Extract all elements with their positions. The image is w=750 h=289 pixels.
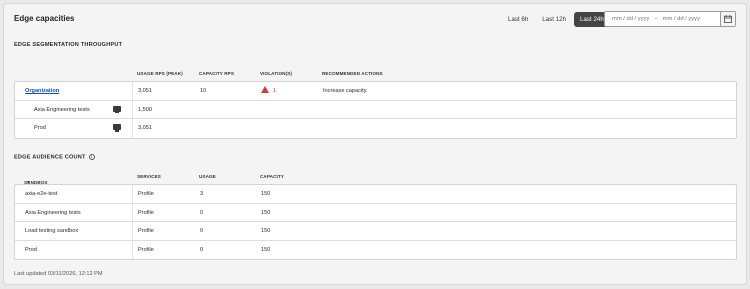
capacity-value: 10	[200, 88, 207, 94]
services-value: Profile	[138, 191, 154, 197]
column-divider	[132, 222, 133, 240]
column-divider	[132, 119, 133, 138]
column-divider	[132, 82, 133, 100]
violations-value: 1	[273, 88, 277, 94]
page-title: Edge capacities	[14, 14, 75, 23]
usage-value: 0	[200, 228, 204, 234]
warning-icon	[261, 86, 269, 93]
audience-table-body: axia-e2e-test Profile 3 150 Axia Enginee…	[14, 184, 737, 260]
sandbox-name: Prod	[34, 125, 46, 131]
table-row: Prod Profile 0 150	[15, 240, 736, 259]
sandbox-icon[interactable]	[113, 105, 121, 113]
sandbox-name: axia-e2e-test	[25, 191, 58, 197]
range-last-6h[interactable]: Last 6h	[502, 12, 534, 27]
info-icon[interactable]: i	[88, 154, 95, 160]
date-range-input[interactable]: mm / dd / yyyy – mm / dd / yyyy	[604, 11, 736, 27]
col-usage-rps: USAGE RPS (PEAK)	[137, 71, 183, 76]
usage-value: 3	[200, 191, 204, 197]
col-services: SERVICES	[137, 174, 161, 179]
column-divider	[132, 185, 133, 203]
audience-table: SANDBOX ▼ SERVICES USAGE CAPACITY axia-e2…	[14, 168, 737, 260]
col-usage: USAGE	[199, 174, 216, 179]
range-last-12h[interactable]: Last 12h	[536, 12, 572, 27]
table-row: Load testing sandbox Profile 0 150	[15, 222, 736, 241]
edge-capacities-card: Edge capacities Last 6h Last 12h Last 24…	[3, 3, 747, 285]
capacity-value: 150	[261, 246, 271, 253]
sandbox-name: Axia Engineering tests	[25, 209, 81, 216]
time-range-selector: Last 6h Last 12h Last 24h	[502, 12, 612, 27]
usage-value: 3,051	[138, 125, 152, 131]
date-separator: –	[654, 16, 658, 22]
usage-value: 0	[200, 209, 204, 216]
col-violations: VIOLATION(S)	[260, 71, 292, 76]
sandbox-name: Load testing sandbox	[25, 228, 79, 234]
capacity-value: 150	[261, 228, 271, 234]
column-divider	[132, 240, 133, 259]
last-updated-text: Last updated 03/11/2026, 12:12 PM	[14, 271, 103, 277]
table-row: axia-e2e-test Profile 3 150	[15, 185, 736, 204]
services-value: Profile	[138, 228, 154, 234]
sandbox-name: Axia Engineering tests	[34, 106, 90, 113]
date-end-field[interactable]: mm / dd / yyyy	[663, 16, 700, 22]
usage-value: 0	[200, 246, 204, 253]
col-capacity: CAPACITY	[260, 174, 284, 179]
table-row: Axia Engineering tests Profile 0 150	[15, 203, 736, 222]
audience-title-text: EDGE AUDIENCE COUNT	[14, 154, 86, 161]
services-value: Profile	[138, 209, 154, 216]
audience-table-header: SANDBOX ▼ SERVICES USAGE CAPACITY	[14, 168, 737, 186]
organization-link[interactable]: Organization	[25, 88, 59, 94]
table-row: Prod 3,051	[15, 119, 736, 138]
sandbox-name: Prod	[25, 246, 37, 253]
calendar-icon[interactable]	[720, 12, 735, 26]
audience-section-title: EDGE AUDIENCE COUNT i	[14, 154, 95, 160]
table-row: Organization 3,051 10 1 Increase capacit…	[15, 82, 736, 101]
capacity-value: 150	[261, 191, 271, 197]
sandbox-icon[interactable]	[113, 124, 121, 132]
col-capacity-rps: CAPACITY RPS	[199, 71, 234, 76]
usage-value: 3,051	[138, 88, 152, 94]
column-divider	[132, 203, 133, 221]
throughput-table: USAGE RPS (PEAK) CAPACITY RPS VIOLATION(…	[14, 65, 737, 139]
recommended-action: Increase capacity.	[323, 88, 368, 94]
usage-value: 1,500	[138, 106, 152, 113]
col-recommended-actions: RECOMMENDED ACTIONS	[322, 71, 383, 76]
capacity-value: 150	[261, 209, 271, 216]
throughput-table-header: USAGE RPS (PEAK) CAPACITY RPS VIOLATION(…	[14, 65, 737, 81]
table-row: Axia Engineering tests 1,500	[15, 100, 736, 119]
services-value: Profile	[138, 246, 154, 253]
column-divider	[132, 100, 133, 118]
throughput-table-body: Organization 3,051 10 1 Increase capacit…	[14, 81, 737, 139]
throughput-section-title: EDGE SEGMENTATION THROUGHPUT	[14, 42, 123, 48]
date-start-field[interactable]: mm / dd / yyyy	[612, 16, 649, 22]
